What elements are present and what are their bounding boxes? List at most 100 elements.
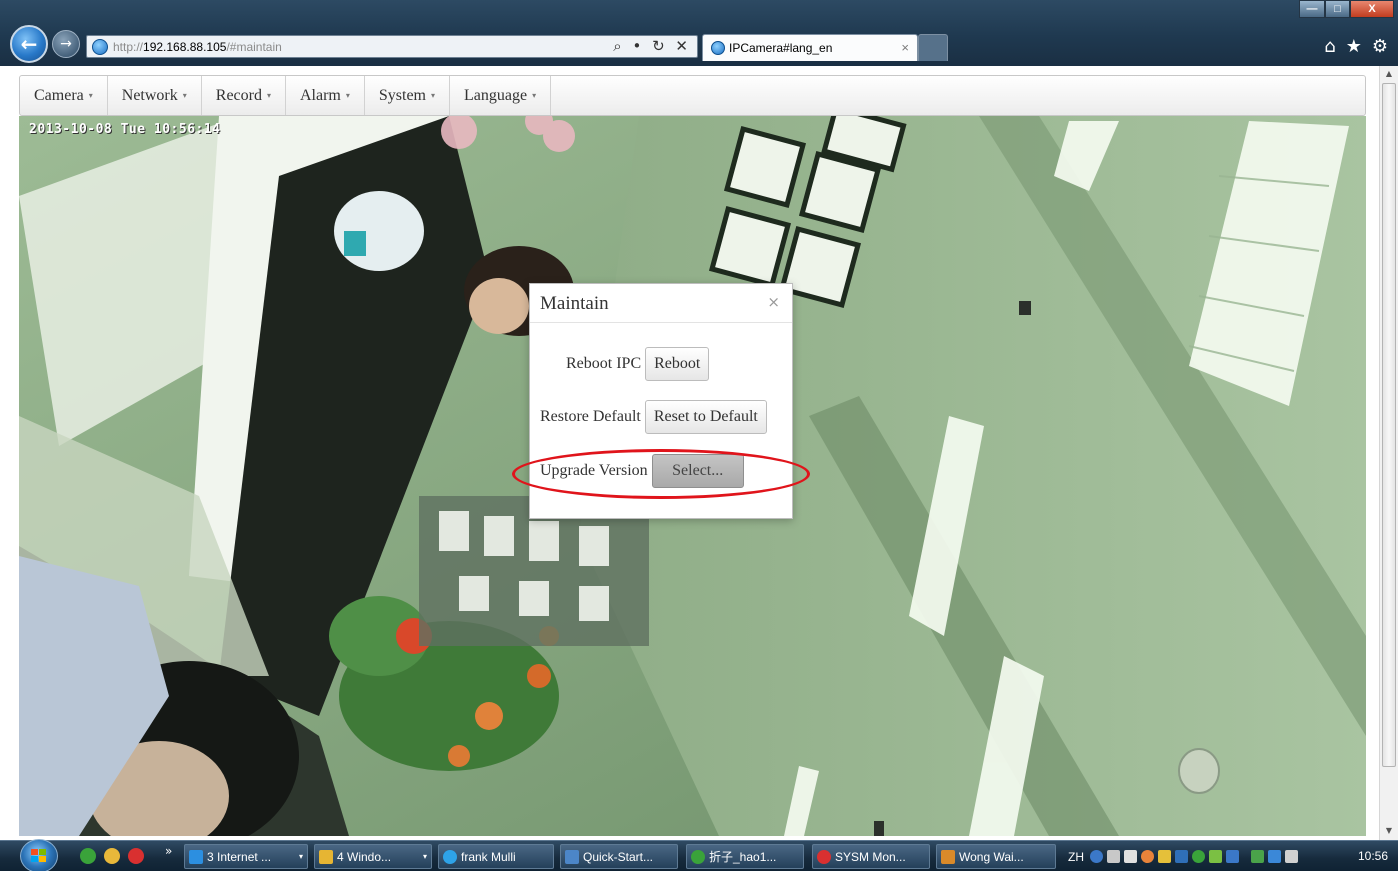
quicklaunch-messenger-icon[interactable] — [104, 848, 120, 864]
scroll-down-icon[interactable]: ▼ — [1380, 823, 1398, 839]
monitor-icon — [817, 849, 831, 864]
taskbar-button-windows[interactable]: 4 Windo... ▾ — [314, 844, 432, 869]
address-url[interactable]: http://192.168.88.105/#maintain — [113, 40, 282, 54]
menu-system[interactable]: System ▾ — [365, 76, 451, 115]
back-arrow-icon[interactable]: ← — [10, 25, 48, 63]
tab-close-icon[interactable]: × — [901, 40, 909, 55]
dialog-header: Maintain × — [530, 284, 792, 323]
caret-down-icon: ▾ — [266, 91, 271, 100]
user-icon — [941, 849, 955, 864]
system-tray: ZH 10:56 — [1062, 844, 1398, 869]
taskbar-label: 折子_hao1... — [709, 850, 777, 864]
upgrade-version-row: Upgrade Version Select... — [540, 454, 744, 488]
menu-label: System — [378, 86, 426, 104]
menu-label: Network — [121, 86, 178, 104]
page-favicon-icon — [92, 39, 108, 55]
taskbar-button-sysm[interactable]: SYSM Mon... — [812, 844, 930, 869]
help-icon[interactable] — [1090, 850, 1103, 863]
menu-language[interactable]: Language ▾ — [450, 76, 552, 115]
caret-down-icon: ▾ — [431, 91, 436, 100]
tray-arrow-icon[interactable] — [1124, 850, 1137, 863]
reboot-button[interactable]: Reboot — [645, 347, 710, 381]
reboot-label: Reboot IPC — [566, 355, 642, 372]
app-menubar: Camera ▾ Network ▾ Record ▾ Alarm ▾ System ▾ … — [19, 75, 1366, 116]
taskbar-button-hao[interactable]: 折子_hao1... — [686, 844, 804, 869]
quicklaunch-browser-icon[interactable] — [128, 848, 144, 864]
menu-record[interactable]: Record ▾ — [202, 76, 286, 115]
favorites-star-icon[interactable]: ★ — [1346, 36, 1362, 57]
menu-alarm[interactable]: Alarm ▾ — [286, 76, 365, 115]
tray-pen-icon[interactable] — [1107, 850, 1120, 863]
tray-display-icon[interactable] — [1268, 850, 1281, 863]
start-button[interactable] — [20, 839, 58, 871]
new-tab-button[interactable] — [918, 34, 948, 61]
url-prefix: http:// — [113, 40, 144, 54]
folder-icon — [319, 849, 333, 864]
page-viewport: Camera ▾ Network ▾ Record ▾ Alarm ▾ System ▾ … — [0, 66, 1398, 840]
tray-window-icon[interactable] — [1175, 850, 1188, 863]
quicklaunch-app-icon[interactable] — [80, 848, 96, 864]
volume-icon[interactable] — [1285, 850, 1298, 863]
taskbar-label: Quick-Start... — [583, 849, 654, 864]
taskbar-label: SYSM Mon... — [835, 849, 906, 864]
restore-default-row: Restore Default Reset to Default — [540, 400, 767, 434]
caret-down-icon: ▾ — [532, 91, 537, 100]
vertical-scrollbar[interactable]: ▲ ▼ — [1379, 66, 1398, 840]
desktop-screen: ← → http://192.168.88.105/#maintain ⌕ • … — [0, 0, 1398, 871]
tray-chart-icon[interactable] — [1226, 850, 1239, 863]
tray-shield-icon[interactable] — [1209, 850, 1222, 863]
restore-default-label: Restore Default — [540, 408, 641, 425]
window-controls: — □ X — [1299, 0, 1394, 18]
caret-down-icon: ▾ — [88, 91, 93, 100]
menu-label: Camera — [34, 86, 84, 104]
taskbar-button-chat[interactable]: frank Mulli — [438, 844, 554, 869]
tray-sync-icon[interactable] — [1192, 850, 1205, 863]
tools-gear-icon[interactable]: ⚙ — [1372, 36, 1388, 57]
taskbar-button-wong[interactable]: Wong Wai... — [936, 844, 1056, 869]
tray-clock[interactable]: 10:56 — [1358, 849, 1388, 863]
taskbar-label: frank Mulli — [461, 849, 516, 864]
maintain-dialog: Maintain × Reboot IPC Reboot Restore Def… — [529, 283, 793, 519]
ie-icon — [189, 849, 203, 864]
taskbar-button-internet[interactable]: 3 Internet ... ▾ — [184, 844, 308, 869]
menu-label: Record — [215, 86, 262, 104]
url-host: 192.168.88.105 — [143, 40, 227, 54]
menu-label: Language — [464, 86, 528, 104]
scroll-up-icon[interactable]: ▲ — [1380, 66, 1398, 82]
osd-timestamp: 2013-10-08 Tue 10:56:14 — [29, 122, 221, 137]
tab-favicon-icon — [711, 41, 725, 55]
address-controls[interactable]: ⌕ • ↻ ✕ — [613, 37, 691, 55]
caret-down-icon: ▾ — [182, 91, 187, 100]
taskbar-button-quickstart[interactable]: Quick-Start... — [560, 844, 678, 869]
tab-title: IPCamera#lang_en — [729, 41, 833, 55]
dialog-title: Maintain — [540, 293, 609, 314]
menu-network[interactable]: Network ▾ — [108, 76, 202, 115]
scroll-thumb[interactable] — [1382, 83, 1396, 767]
chat-icon — [443, 849, 457, 864]
dropdown-icon: ▾ — [422, 852, 427, 861]
menu-camera[interactable]: Camera ▾ — [20, 76, 108, 115]
maximize-icon[interactable]: □ — [1325, 0, 1350, 18]
reset-to-default-button[interactable]: Reset to Default — [644, 400, 767, 434]
browser-toolbar-icons: ⌂ ★ ⚙ — [1324, 36, 1388, 57]
address-bar[interactable]: http://192.168.88.105/#maintain ⌕ • ↻ ✕ — [86, 35, 698, 58]
app-icon — [691, 849, 705, 864]
forward-arrow-icon[interactable]: → — [52, 30, 80, 58]
tray-app-icon[interactable] — [1141, 850, 1154, 863]
home-icon[interactable]: ⌂ — [1324, 36, 1335, 57]
browser-chrome: ← → http://192.168.88.105/#maintain ⌕ • … — [0, 0, 1398, 66]
minimize-icon[interactable]: — — [1299, 0, 1325, 18]
quicklaunch-overflow-icon[interactable]: » — [165, 844, 172, 858]
select-firmware-button[interactable]: Select... — [651, 454, 744, 488]
windows-logo-icon — [31, 849, 46, 862]
taskbar-label: 4 Windo... — [337, 849, 392, 864]
input-language-indicator[interactable]: ZH — [1068, 850, 1084, 864]
windows-taskbar: » 3 Internet ... ▾ 4 Windo... ▾ frank Mu… — [0, 839, 1398, 871]
close-icon[interactable]: × — [767, 293, 780, 311]
document-icon — [565, 849, 579, 864]
tray-user-icon[interactable] — [1158, 850, 1171, 863]
network-icon[interactable] — [1251, 850, 1264, 863]
browser-tab-active[interactable]: IPCamera#lang_en × — [702, 34, 918, 61]
close-window-icon[interactable]: X — [1350, 0, 1394, 18]
taskbar-label: 3 Internet ... — [207, 849, 272, 864]
